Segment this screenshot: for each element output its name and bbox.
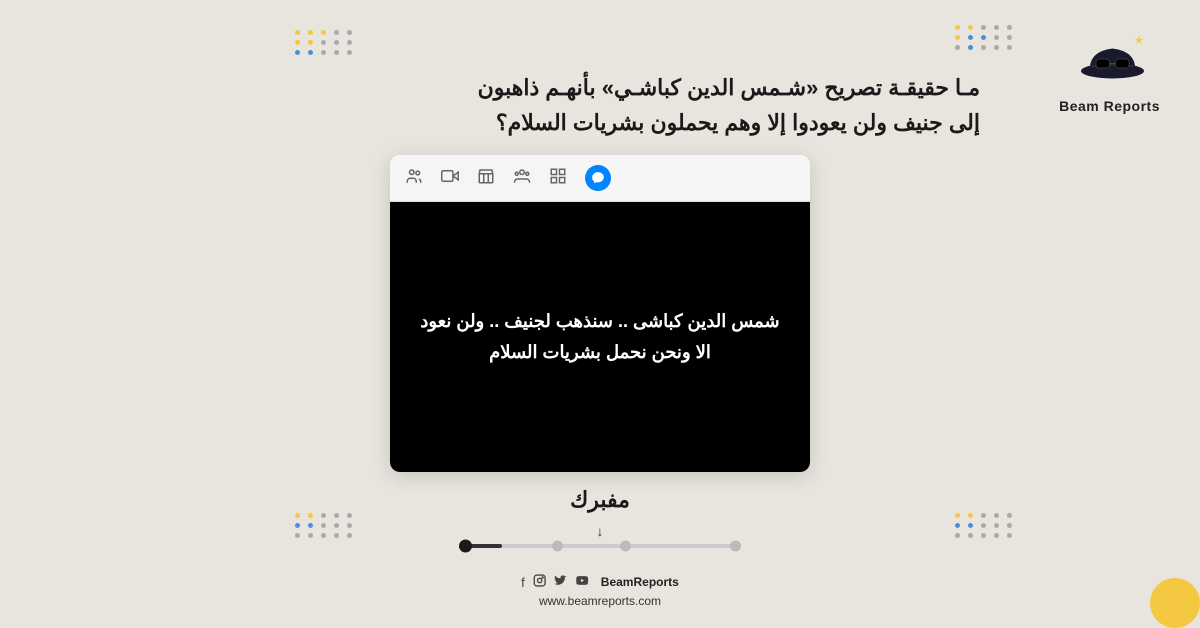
main-content: شمس الدين كباشى .. سنذهب لجنيف .. ولن نع… [390, 155, 810, 548]
people-icon[interactable] [405, 167, 423, 190]
subtitle-line1: شمس الدين كباشى .. سنذهب لجنيف .. ولن نع… [420, 306, 779, 337]
timeline-arrow: ↓ [597, 523, 604, 539]
detective-hat-icon [1075, 20, 1150, 95]
video-icon[interactable] [441, 167, 459, 190]
grid-icon[interactable] [549, 167, 567, 190]
youtube-icon [575, 574, 589, 590]
headline-line1: مـا حقيقـة تصريح «شـمس الدين كباشـي» بأن… [60, 70, 980, 105]
video-subtitle: شمس الدين كباشى .. سنذهب لجنيف .. ولن نع… [400, 286, 799, 387]
verdict-label: مفبرك [570, 487, 630, 512]
toolbar-icons [405, 165, 611, 191]
headline-line2: إلى جنيف ولن يعودوا إلا وهم يحملون بشريا… [60, 105, 980, 140]
footer: f BeamReports www.beamreports.com [521, 574, 679, 608]
group-icon[interactable] [513, 167, 531, 190]
headline: مـا حقيقـة تصريح «شـمس الدين كباشـي» بأن… [60, 70, 980, 140]
logo-area: Beam Reports [1059, 20, 1160, 114]
verdict-label-area: مفبرك [390, 487, 810, 513]
video-area: شمس الدين كباشى .. سنذهب لجنيف .. ولن نع… [390, 202, 810, 472]
footer-social-row: f BeamReports [521, 574, 679, 590]
timeline-container: ↓ [390, 523, 810, 548]
subtitle-line2: الا ونحن نحمل بشريات السلام [420, 337, 779, 368]
logo-icon [1075, 20, 1145, 90]
store-icon[interactable] [477, 167, 495, 190]
browser-frame: شمس الدين كباشى .. سنذهب لجنيف .. ولن نع… [390, 155, 810, 472]
footer-handle: BeamReports [601, 575, 679, 589]
headline-text: مـا حقيقـة تصريح «شـمس الدين كباشـي» بأن… [60, 70, 980, 140]
instagram-icon [533, 574, 546, 590]
facebook-icon: f [521, 575, 525, 590]
browser-toolbar [390, 155, 810, 202]
twitter-icon [554, 574, 567, 590]
yellow-circle-decoration [1150, 578, 1200, 628]
messenger-icon[interactable] [585, 165, 611, 191]
logo-title: Beam Reports [1059, 98, 1160, 114]
timeline-bar[interactable] [460, 544, 740, 548]
footer-url: www.beamreports.com [521, 594, 679, 608]
